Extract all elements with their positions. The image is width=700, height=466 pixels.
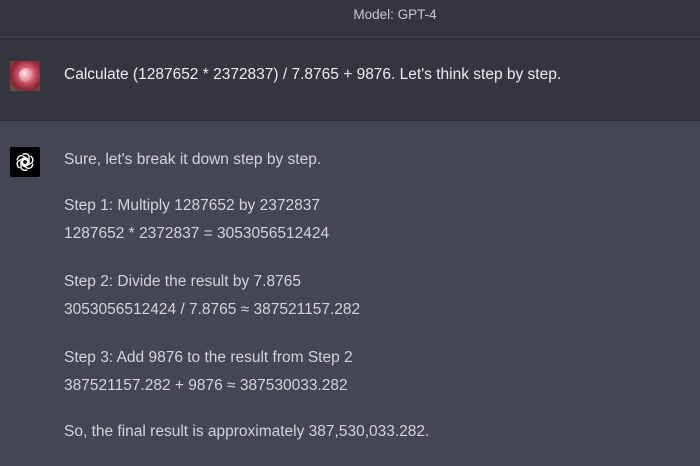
user-avatar: [10, 61, 40, 91]
step-result: 1287652 * 2372837 = 3053056512424: [64, 225, 330, 242]
step-title: Step 2: Divide the result by 7.8765: [64, 273, 301, 290]
step-block-1: Step 1: Multiply 1287652 by 2372837 1287…: [64, 192, 684, 248]
model-header: Model: GPT-4: [0, 0, 700, 36]
step-block-2: Step 2: Divide the result by 7.8765 3053…: [64, 268, 684, 324]
step-result: 3053056512424 / 7.8765 ≈ 387521157.282: [64, 301, 361, 318]
assistant-message-row: Sure, let's break it down step by step. …: [0, 122, 700, 466]
step-title: Step 1: Multiply 1287652 by 2372837: [64, 197, 320, 214]
step-title: Step 3: Add 9876 to the result from Step…: [64, 349, 353, 366]
openai-logo-icon: [10, 147, 40, 177]
user-message-text: Calculate (1287652 * 2372837) / 7.8765 +…: [64, 66, 562, 83]
avatar-highlight: [19, 68, 33, 82]
reply-intro: Sure, let's break it down step by step.: [64, 151, 322, 168]
assistant-reply: Sure, let's break it down step by step. …: [64, 148, 684, 464]
user-message-row: Calculate (1287652 * 2372837) / 7.8765 +…: [0, 37, 700, 121]
reply-conclusion: So, the final result is approximately 38…: [64, 423, 430, 440]
step-block-3: Step 3: Add 9876 to the result from Step…: [64, 344, 684, 400]
step-result: 387521157.282 + 9876 ≈ 387530033.282: [64, 377, 348, 394]
chat-page: Model: GPT-4 Calculate (1287652 * 237283…: [0, 0, 700, 466]
model-label: Model: GPT-4: [353, 7, 437, 22]
